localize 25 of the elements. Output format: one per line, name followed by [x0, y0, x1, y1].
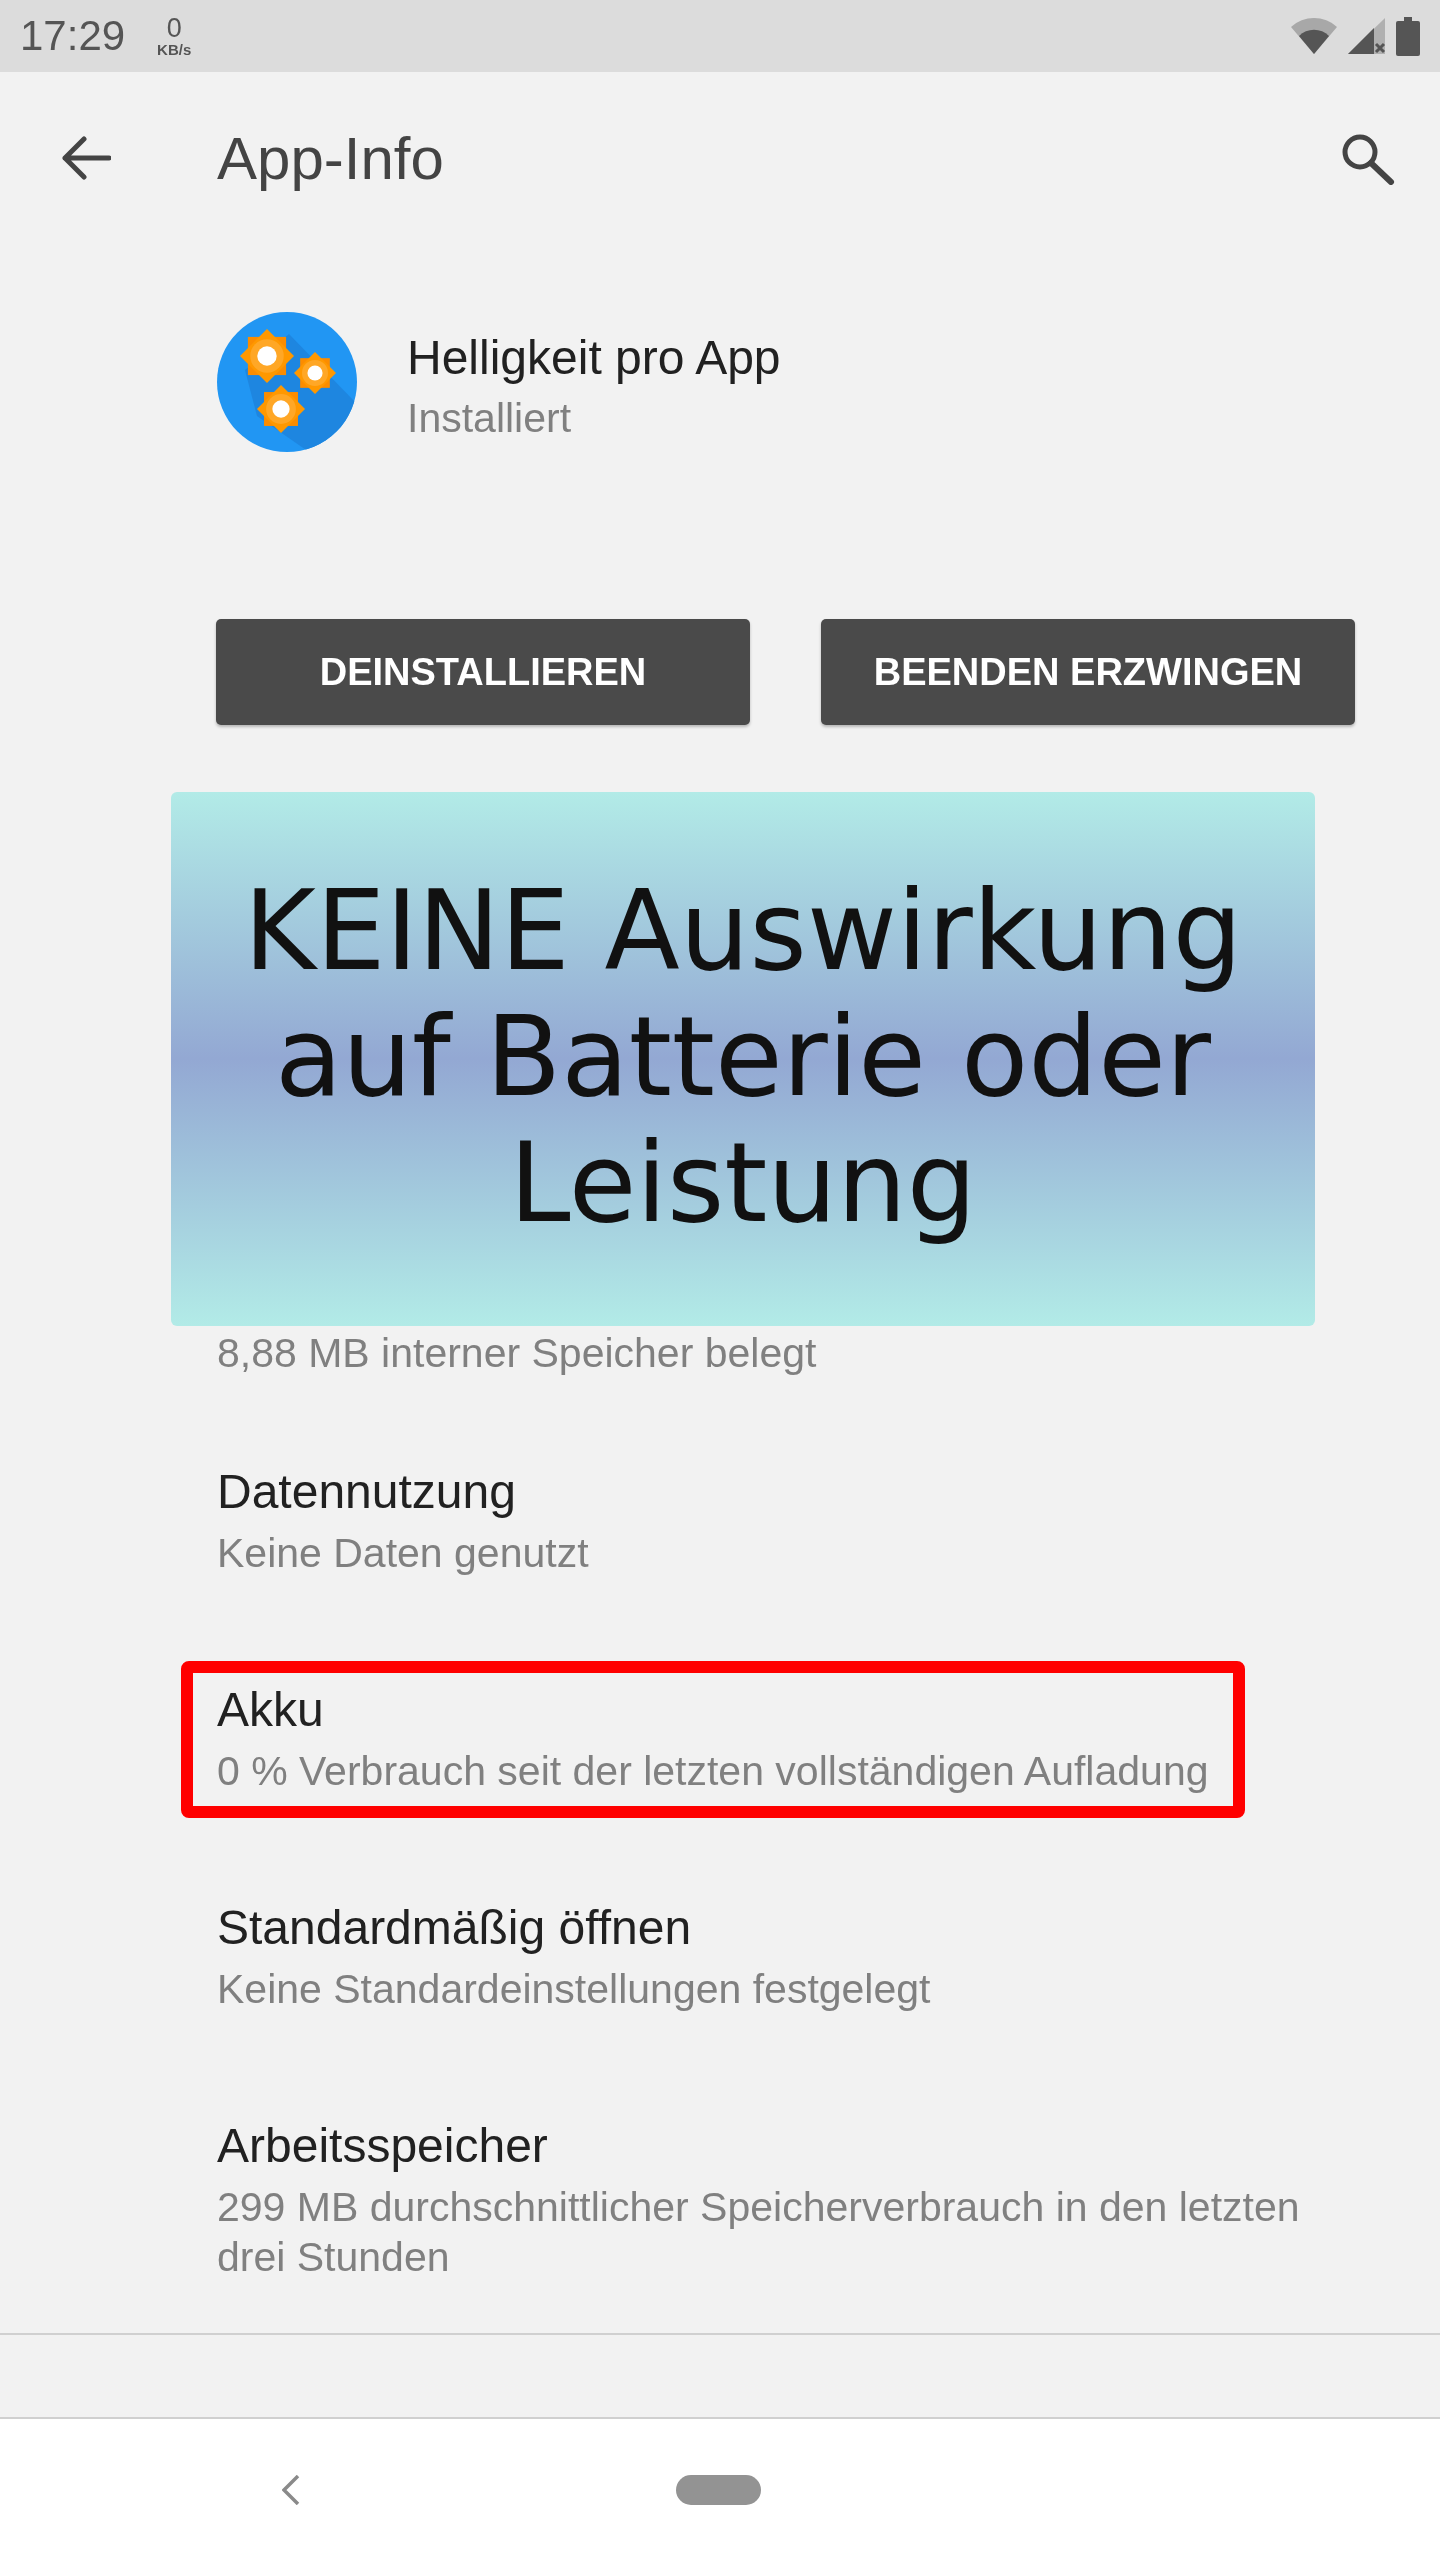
setting-title[interactable]: Akku	[217, 1682, 1209, 1738]
sun-cluster-icon	[217, 312, 357, 452]
back-chevron-icon[interactable]	[282, 2474, 300, 2505]
setting-summary: 8,88 MB interner Speicher belegt	[217, 1329, 817, 1378]
banner-text: KEINE Auswirkung auf Batterie oder Leistung	[242, 868, 1244, 1246]
force-stop-button[interactable]: BEENDEN ERZWINGEN	[821, 619, 1355, 725]
setting-summary: Keine Standardeinstellungen festgelegt	[217, 1965, 931, 2014]
status-time: 17:29	[20, 12, 126, 60]
back-arrow-icon[interactable]	[60, 136, 111, 180]
setting-title[interactable]: Standardmäßig öffnen	[217, 1900, 931, 1956]
setting-summary: 0 % Verbrauch seit der letzten vollständigen Aufladung	[217, 1747, 1209, 1796]
setting-title[interactable]: Arbeitsspeicher	[217, 2118, 1340, 2174]
battery-icon	[1396, 16, 1420, 56]
data-rate-value: 0	[166, 15, 182, 42]
setting-summary: Keine Daten genutzt	[217, 1529, 589, 1578]
home-pill-icon[interactable]	[676, 2474, 761, 2505]
toolbar-title: App-Info	[217, 123, 444, 193]
setting-summary: 299 MB durchschnittlicher Speicherverbrauch in den letzten drei Stunden	[217, 2183, 1301, 2282]
signal-icon	[1348, 18, 1386, 54]
setting-title[interactable]: Datennutzung	[217, 1464, 589, 1520]
app-name: Helligkeit pro App	[407, 330, 781, 386]
wifi-icon	[1290, 17, 1338, 55]
app-status: Installiert	[407, 394, 573, 443]
data-rate-unit: KB/s	[157, 42, 192, 57]
uninstall-button[interactable]: DEINSTALLIEREN	[216, 619, 750, 725]
